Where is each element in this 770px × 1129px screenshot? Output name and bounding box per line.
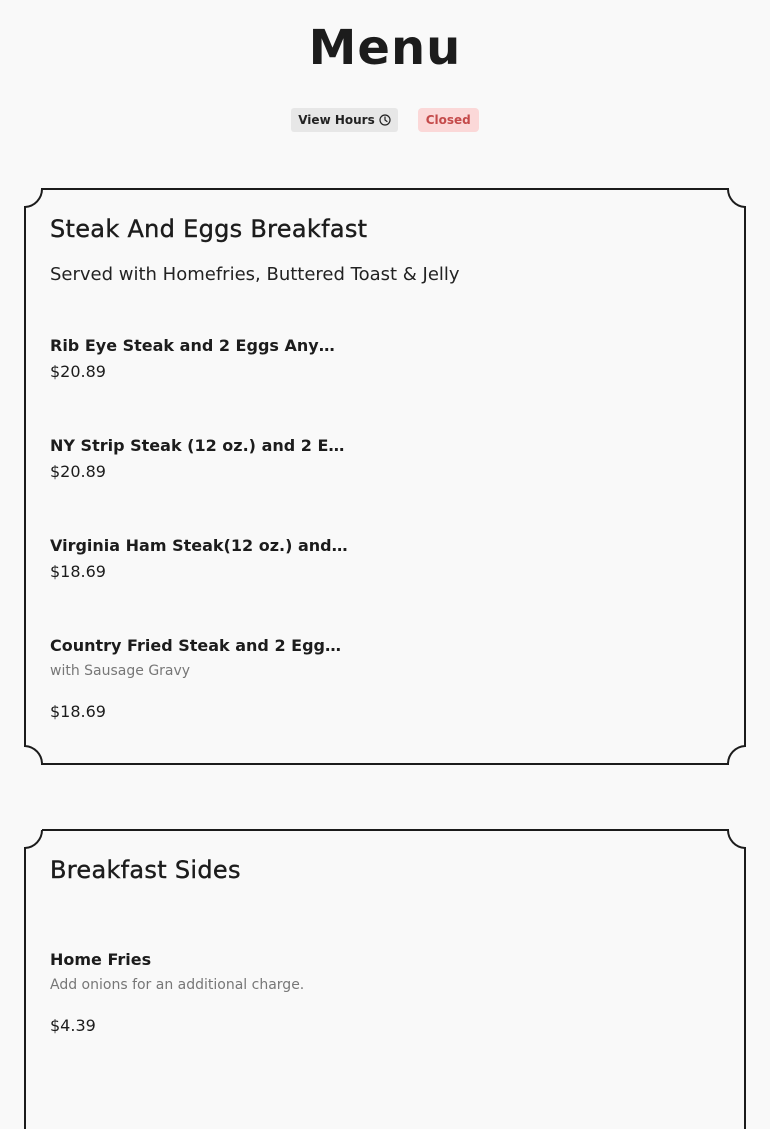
menu-item-description: with Sausage Gravy: [50, 663, 191, 679]
menu-section-steak-and-eggs: Steak And Eggs Breakfast Served with Hom…: [24, 188, 746, 765]
menu-item-price: $20.89: [50, 362, 106, 381]
menu-item-name: Home Fries: [50, 950, 152, 969]
menu-item-name: Virginia Ham Steak(12 oz.) and 2…: [50, 536, 350, 555]
menu-item-name: NY Strip Steak (12 oz.) and 2 Eggs…: [50, 436, 350, 455]
menu-item-description: Add onions for an additional charge.: [50, 977, 305, 993]
menu-item-price: $4.39: [50, 1016, 96, 1035]
menu-item[interactable]: Home Fries Add onions for an additional …: [50, 950, 350, 1036]
status-row: View Hours Closed: [0, 108, 770, 132]
page-title: Menu: [308, 20, 462, 76]
menu-item-name: Rib Eye Steak and 2 Eggs Any…: [50, 336, 335, 355]
section-description: Served with Homefries, Buttered Toast & …: [50, 264, 460, 285]
view-hours-button[interactable]: View Hours: [291, 108, 398, 132]
status-badge: Closed: [417, 108, 479, 132]
menu-item[interactable]: NY Strip Steak (12 oz.) and 2 Eggs… $20.…: [50, 436, 350, 482]
menu-item[interactable]: Rib Eye Steak and 2 Eggs Any… $20.89: [50, 336, 350, 382]
section-title: Steak And Eggs Breakfast: [50, 215, 368, 243]
menu-item[interactable]: Virginia Ham Steak(12 oz.) and 2… $18.69: [50, 536, 350, 582]
menu-item-price: $18.69: [50, 702, 106, 721]
menu-section-breakfast-sides: Breakfast Sides Home Fries Add onions fo…: [24, 829, 746, 1129]
menu-item[interactable]: Country Fried Steak and 2 Eggs… with Sau…: [50, 636, 350, 722]
menu-item-name: Country Fried Steak and 2 Eggs…: [50, 636, 350, 655]
clock-icon: [379, 114, 391, 126]
menu-item-price: $18.69: [50, 562, 106, 581]
section-title: Breakfast Sides: [50, 856, 241, 884]
menu-item-price: $20.89: [50, 462, 106, 481]
view-hours-label: View Hours: [298, 113, 375, 127]
